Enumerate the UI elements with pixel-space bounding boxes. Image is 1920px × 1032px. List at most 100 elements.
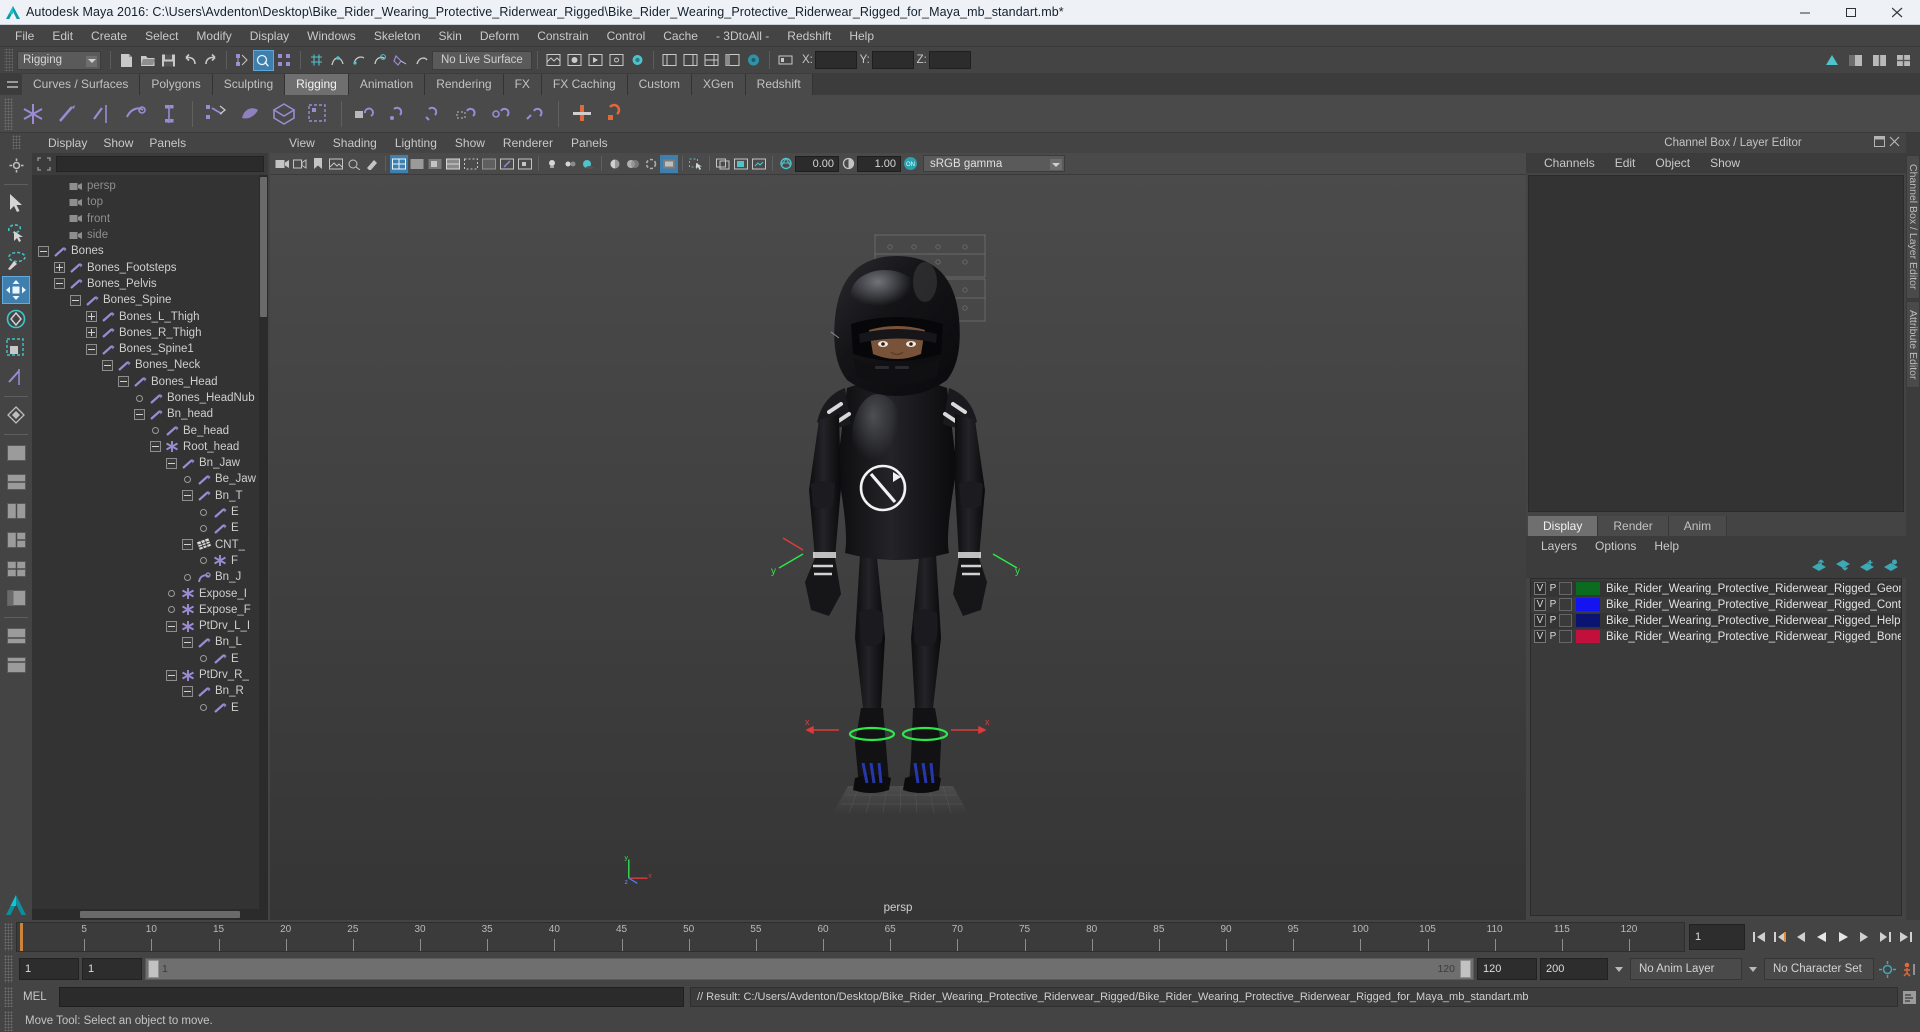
outliner-tree-item[interactable]: Bones [32,243,268,259]
step-forward-frame-button[interactable] [1854,926,1874,948]
range-start-handle[interactable] [148,960,159,978]
menu-3dtoall[interactable]: - 3DtoAll - [707,25,778,47]
time-slider[interactable]: 5 10 15 20 25 30 35 40 45 50 55 60 65 70 75 80 85 90 95 100… [16,922,1685,952]
select-tool-icon[interactable] [2,189,30,217]
outliner-search-input[interactable] [56,156,264,172]
outliner-tree[interactable]: persp top front side Bones Bones_Footsteps Bon… [32,175,268,909]
open-scene-button[interactable] [137,50,158,71]
display-layer-row[interactable]: V P Bike_Rider_Wearing_Protective_Riderwea… [1531,580,1901,597]
menu-create[interactable]: Create [82,25,136,47]
expand-icon[interactable] [86,311,97,323]
xray-mode-icon[interactable] [480,155,498,173]
orient-joint-icon[interactable] [118,97,152,131]
smooth-shade-all-icon[interactable] [408,155,426,173]
selection-mask-icon[interactable] [775,50,796,71]
menu-deform[interactable]: Deform [471,25,528,47]
viewport-snapshot-icon[interactable] [750,155,768,173]
step-back-frame-button[interactable] [1791,926,1811,948]
layer-color-swatch[interactable] [1576,614,1600,627]
animation-end-time-field[interactable]: 200 [1540,958,1608,980]
layer-color-swatch[interactable] [1576,582,1600,595]
outliner-tree-item[interactable]: Be_head [32,422,268,438]
outliner-tree-item[interactable]: E [32,520,268,536]
render-current-frame-button[interactable] [564,50,585,71]
outliner-tree-item[interactable]: Root_head [32,439,268,455]
undo-button[interactable] [179,50,200,71]
parent-constraint-icon[interactable] [348,97,382,131]
expand-icon[interactable] [54,262,65,274]
layer-state-toggle[interactable] [1559,630,1572,643]
shaded-bounding-icon[interactable] [462,155,480,173]
minimize-button[interactable] [1782,0,1828,25]
layout-preset-hypershade-icon[interactable] [2,651,30,679]
layout-preset-single-icon[interactable] [2,439,30,467]
help-line-grip[interactable] [4,1011,13,1031]
select-camera-icon[interactable] [273,155,291,173]
aim-constraint-icon[interactable] [484,97,518,131]
collapse-icon[interactable] [166,669,177,681]
outliner-tree-item[interactable]: E [32,504,268,520]
close-button[interactable] [1874,0,1920,25]
menu-cache[interactable]: Cache [654,25,707,47]
xray-joints-icon[interactable] [498,155,516,173]
layout-preset-two-side-icon[interactable] [2,497,30,525]
range-end-time-field[interactable]: 120 [1477,958,1537,980]
lasso-select-tool-icon[interactable] [2,218,30,246]
command-input-field[interactable] [59,987,684,1007]
sidebar-toggle-outliner-button[interactable] [659,50,680,71]
layer-menu-options[interactable]: Options [1586,539,1645,553]
outliner-tree-item[interactable]: Bn_T [32,488,268,504]
wireframe-on-shaded-icon[interactable] [444,155,462,173]
go-to-start-button[interactable] [1749,926,1769,948]
current-frame-field[interactable]: 1 [1689,924,1745,950]
auto-keyframe-toggle-icon[interactable] [1877,958,1897,980]
collapse-icon[interactable] [134,408,145,420]
outliner-tree-item[interactable]: Bones_R_Thigh [32,325,268,341]
lattice-deformer-icon[interactable] [565,97,599,131]
layer-color-swatch[interactable] [1576,598,1600,611]
outliner-tree-item[interactable]: Be_Jaw [32,471,268,487]
channelbox-menu-edit[interactable]: Edit [1605,156,1646,170]
collapse-icon[interactable] [182,539,193,551]
shelf-tab-fx-caching[interactable]: FX Caching [541,74,628,95]
collapse-icon[interactable] [70,294,81,306]
collapse-icon[interactable] [182,490,193,502]
outliner-tree-item[interactable]: Bn_J [32,569,268,585]
display-layer-row[interactable]: V P Bike_Rider_Wearing_Protective_Riderwea… [1531,597,1901,613]
time-slider-playhead[interactable] [20,923,23,951]
outliner-tree-item[interactable]: Bn_L [32,634,268,650]
new-layer-icon[interactable] [1858,558,1874,575]
layer-visibility-toggle[interactable]: V [1534,582,1546,595]
universal-manipulator-icon[interactable] [2,363,30,391]
character-set-selector[interactable]: No Character Set [1764,958,1874,980]
xray-active-components-icon[interactable] [516,155,534,173]
coord-y-input[interactable] [871,51,914,69]
channelbox-attribute-list[interactable] [1528,175,1904,512]
use-all-lights-icon[interactable] [561,155,579,173]
go-to-end-button[interactable] [1896,926,1916,948]
shelf-tab-sculpting[interactable]: Sculpting [212,74,286,95]
menu-redshift[interactable]: Redshift [778,25,840,47]
outliner-tree-item[interactable]: Expose_F [32,602,268,618]
collapse-icon[interactable] [118,376,129,388]
layout-preset-four-icon[interactable] [2,555,30,583]
viewport-menu-show[interactable]: Show [446,136,494,150]
outliner-tree-item[interactable]: E [32,651,268,667]
move-layer-down-icon[interactable] [1834,558,1850,575]
outliner-tree-item[interactable]: Bones_HeadNub [32,390,268,406]
tool-settings-gear-icon[interactable] [2,151,30,179]
coord-x-input[interactable] [814,51,857,69]
make-live-button[interactable] [411,50,432,71]
collapse-icon[interactable] [166,457,177,469]
viewport-menu-shading[interactable]: Shading [324,136,386,150]
anim-layer-dropdown-arrow-icon[interactable] [1615,966,1623,972]
menu-skin[interactable]: Skin [430,25,471,47]
outliner-tree-item[interactable]: Bones_Spine [32,292,268,308]
rotate-tool-icon[interactable] [2,305,30,333]
collapse-icon[interactable] [150,441,161,453]
layout-preset-three-icon[interactable] [2,526,30,554]
layer-playback-toggle[interactable]: P [1547,630,1559,643]
toolbox-grip[interactable] [11,135,21,149]
layer-playback-toggle[interactable]: P [1547,614,1559,627]
layer-menu-help[interactable]: Help [1645,539,1688,553]
